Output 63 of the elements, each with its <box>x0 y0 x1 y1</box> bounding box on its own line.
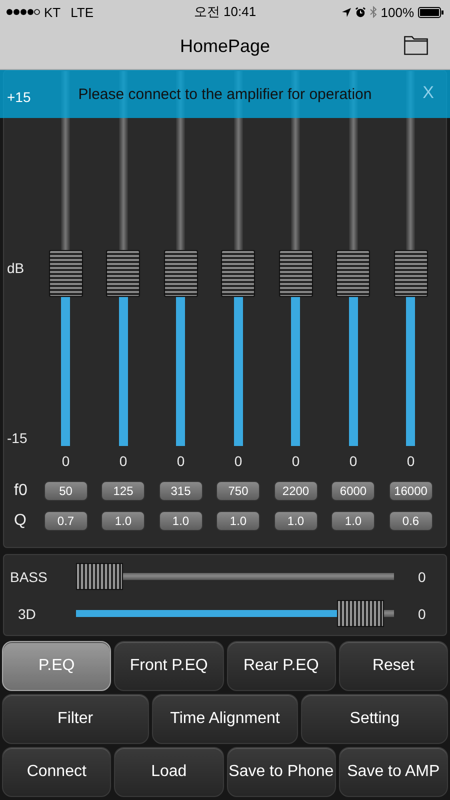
bluetooth-icon <box>370 6 377 18</box>
slider-thumb[interactable] <box>336 600 384 627</box>
scale-label: -15 <box>7 430 28 446</box>
slider-value: 0 <box>418 606 426 622</box>
slider-thumb[interactable] <box>278 250 313 297</box>
menu-button[interactable]: Time Alignment <box>152 694 298 744</box>
frequency-button[interactable]: 750 <box>216 481 260 501</box>
gain-value: 0 <box>176 453 185 469</box>
frequency-button[interactable]: 125 <box>101 481 146 501</box>
row-label: Q <box>13 512 28 530</box>
scale-label: +15 <box>7 89 31 105</box>
battery-percent: 100% <box>380 4 414 20</box>
slider-label: 3D <box>17 606 37 622</box>
frequency-button[interactable]: 50 <box>44 481 88 501</box>
row-label: f0 <box>13 482 28 500</box>
menu-button[interactable]: Save to AMP <box>338 747 448 797</box>
slider-thumb[interactable] <box>76 563 123 590</box>
close-button[interactable]: X <box>420 83 436 103</box>
frequency-button[interactable]: 2200 <box>274 481 318 501</box>
gain-value: 0 <box>349 453 358 469</box>
banner-message: Please connect to the amplifier for operation <box>78 86 372 102</box>
q-button[interactable]: 1.0 <box>216 511 260 531</box>
unit-label: dB <box>7 260 24 276</box>
menu-button[interactable]: Setting <box>301 694 448 744</box>
q-button[interactable]: 0.7 <box>44 511 88 531</box>
gain-value: 0 <box>119 453 128 469</box>
menu-button[interactable]: P.EQ <box>2 641 112 691</box>
menu-button[interactable]: Rear P.EQ <box>226 641 336 691</box>
frequency-button[interactable]: 315 <box>158 481 203 501</box>
frequency-button[interactable]: 16000 <box>388 481 433 501</box>
q-button[interactable]: 1.0 <box>331 511 376 531</box>
q-button[interactable]: 1.0 <box>158 511 203 531</box>
slider-thumb[interactable] <box>394 250 428 297</box>
q-button[interactable]: 1.0 <box>101 511 146 531</box>
slider-thumb[interactable] <box>336 250 370 297</box>
menu-button[interactable]: Save to Phone <box>226 747 336 797</box>
gain-value: 0 <box>406 453 415 469</box>
signal-icon <box>6 8 40 16</box>
location-icon <box>342 8 351 16</box>
slider-label: BASS <box>9 568 48 584</box>
gain-value: 0 <box>292 453 300 469</box>
carrier: KT <box>44 4 61 20</box>
menu-button[interactable]: Connect <box>2 747 112 797</box>
q-button[interactable]: 1.0 <box>274 511 318 531</box>
menu-button[interactable]: Reset <box>338 641 448 691</box>
gain-value: 0 <box>62 453 70 469</box>
slider-thumb[interactable] <box>48 250 83 297</box>
clock: 오전 10:41 <box>194 3 256 21</box>
frequency-button[interactable]: 6000 <box>331 481 376 501</box>
menu-button[interactable]: Filter <box>2 694 149 744</box>
folder-icon[interactable] <box>404 36 428 55</box>
slider-value: 0 <box>418 568 426 584</box>
menu-button[interactable]: Front P.EQ <box>114 641 224 691</box>
slider-thumb[interactable] <box>164 250 198 297</box>
page-title: HomePage <box>180 36 270 57</box>
alarm-icon <box>354 6 366 18</box>
slider-thumb[interactable] <box>221 250 256 297</box>
menu-button[interactable]: Load <box>114 747 224 797</box>
gain-value: 0 <box>234 453 242 469</box>
slider-thumb[interactable] <box>106 250 140 297</box>
battery-icon <box>418 6 444 18</box>
network-type: LTE <box>70 4 94 20</box>
q-button[interactable]: 0.6 <box>388 511 433 531</box>
